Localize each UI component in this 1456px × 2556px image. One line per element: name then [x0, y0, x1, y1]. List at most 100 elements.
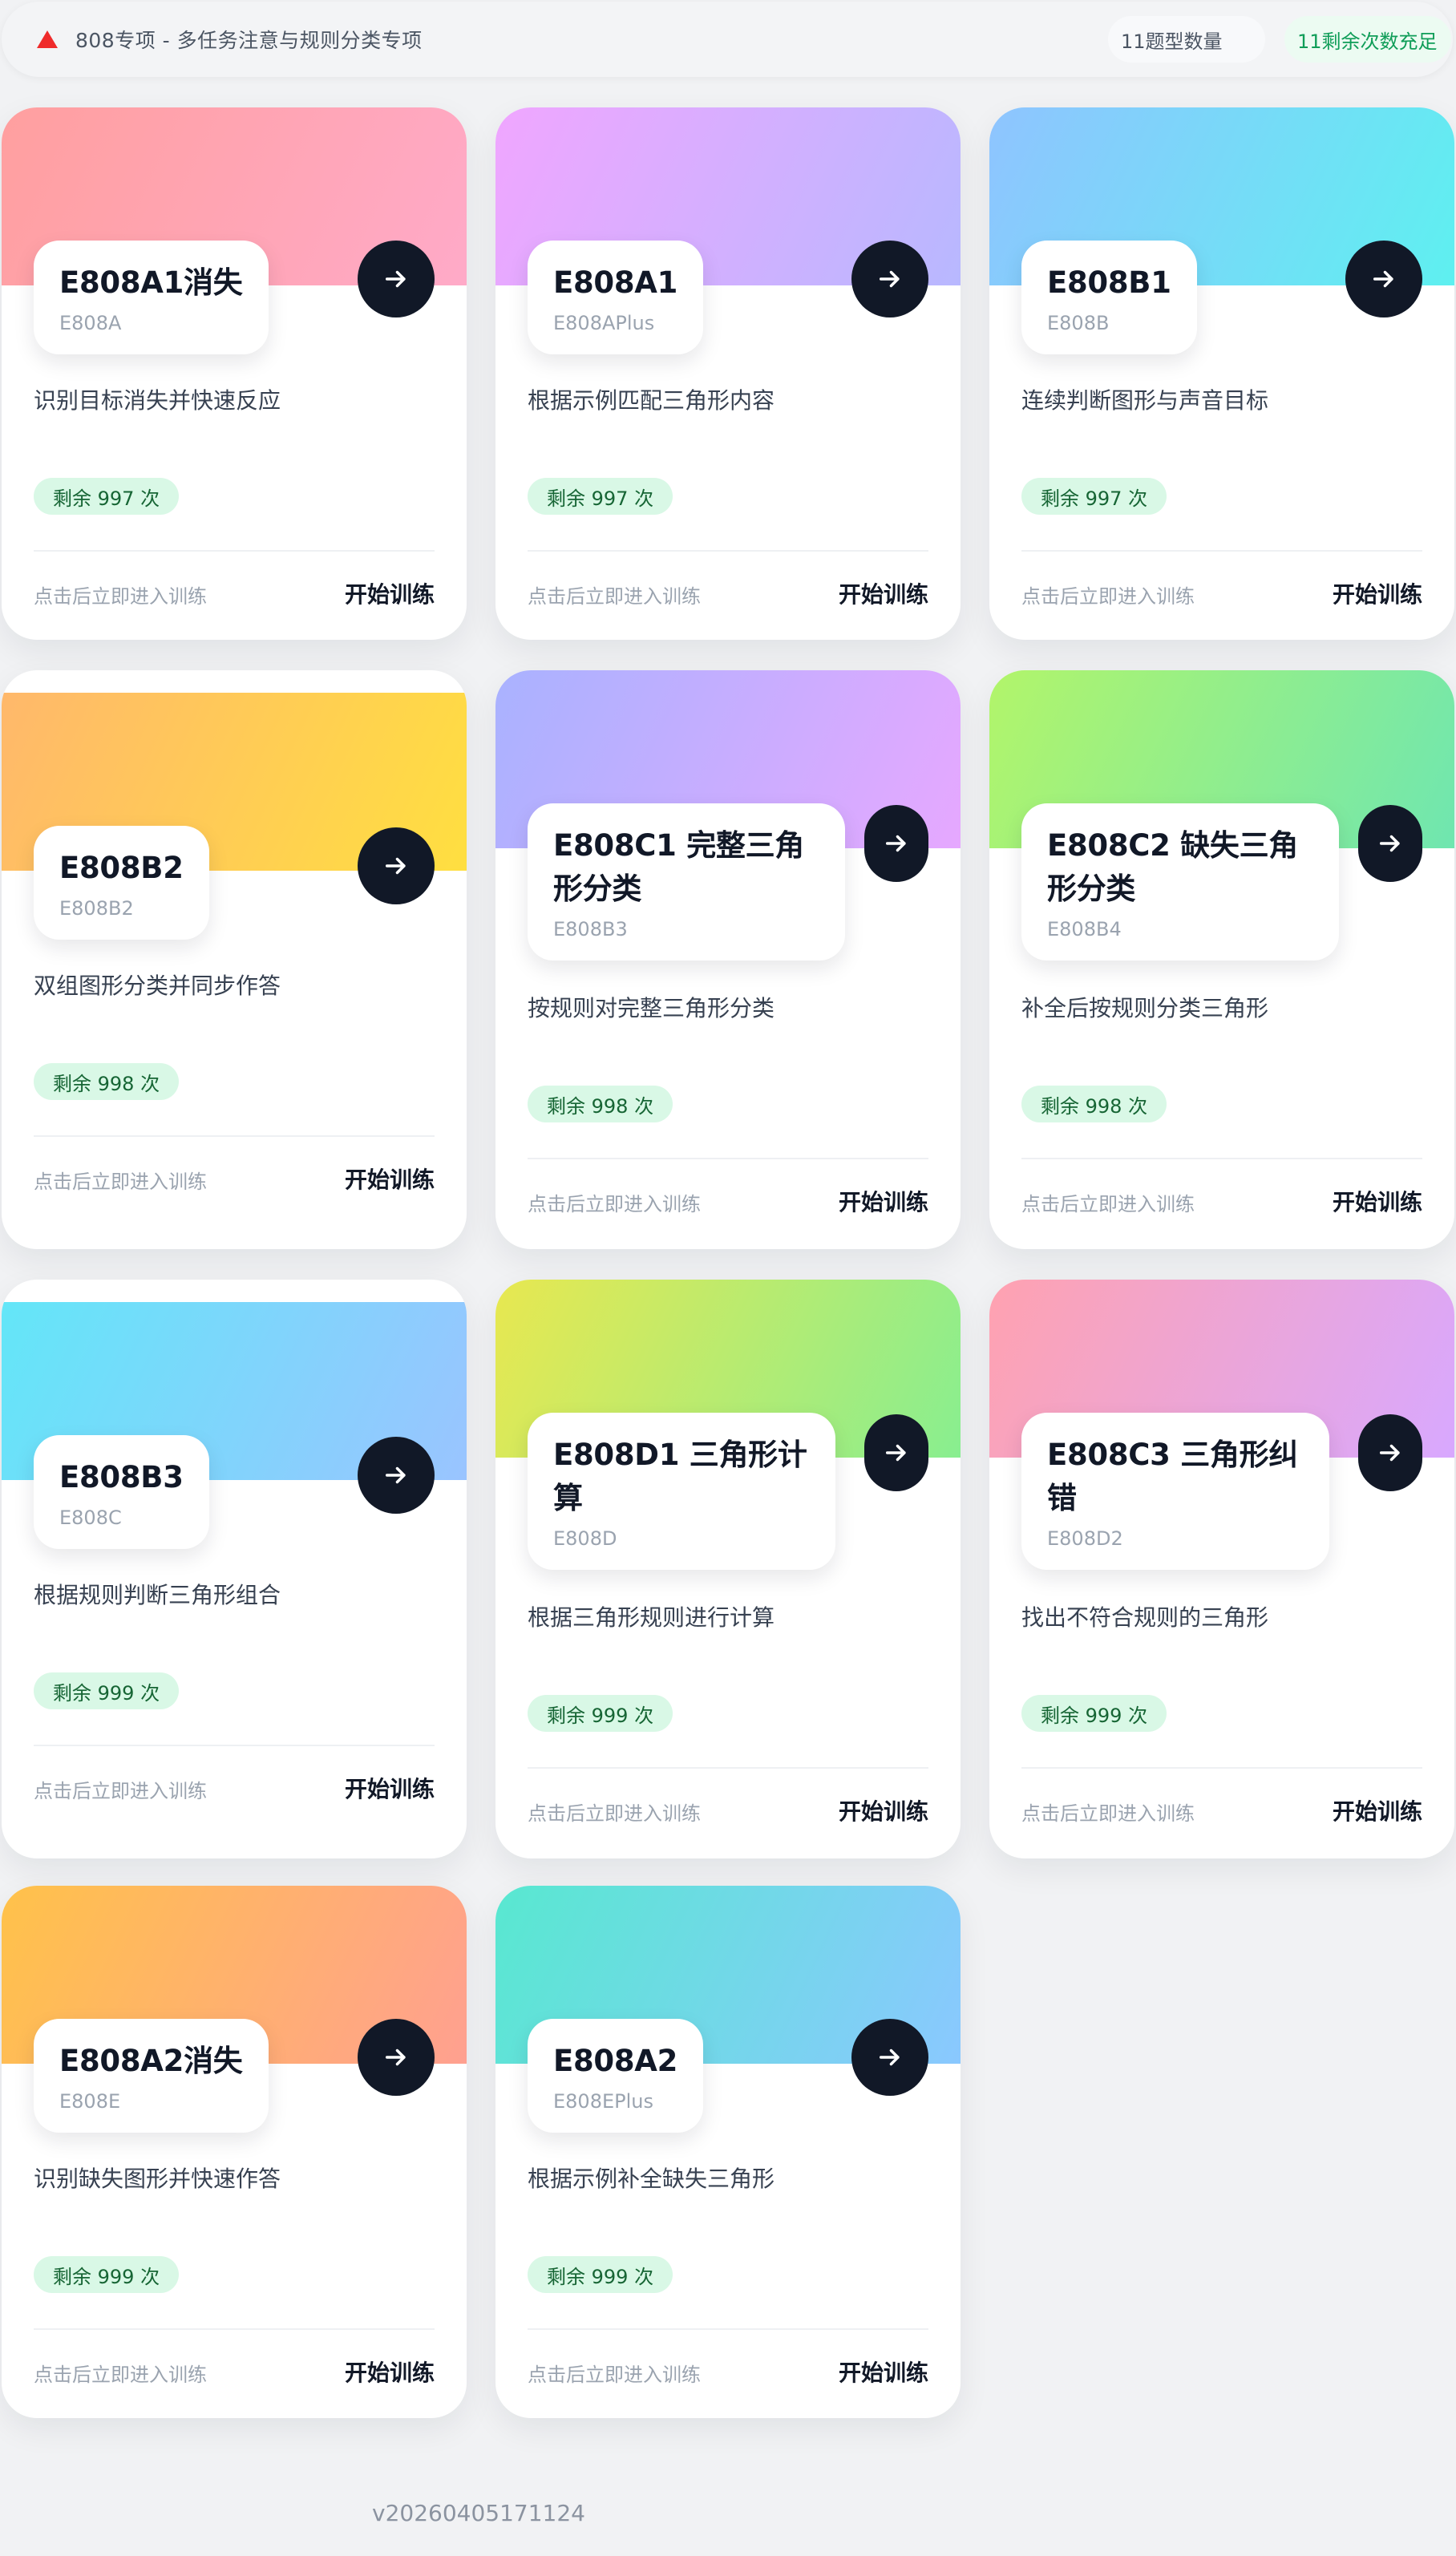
- card-title-box: E808B1 E808B: [1021, 241, 1197, 354]
- card-divider: [34, 2328, 435, 2330]
- card-title-box: E808C3 三角形纠错 E808D2: [1021, 1413, 1329, 1570]
- training-card[interactable]: E808C2 缺失三角形分类 E808B4 补全后按规则分类三角形剩余 998 次点…: [989, 670, 1454, 1249]
- card-hint: 点击后立即进入训练: [528, 585, 701, 608]
- card-hint: 点击后立即进入训练: [528, 1802, 701, 1825]
- card-description: 连续判断图形与声音目标: [1021, 387, 1269, 414]
- card-hint: 点击后立即进入训练: [34, 1780, 207, 1802]
- start-training-button[interactable]: 开始训练: [1333, 1794, 1422, 1826]
- card-hint: 点击后立即进入训练: [1021, 585, 1195, 608]
- card-divider: [34, 1745, 435, 1746]
- start-training-button[interactable]: 开始训练: [345, 2356, 435, 2388]
- card-hint: 点击后立即进入训练: [528, 1193, 701, 1215]
- card-name: E808C1 完整三角形分类: [553, 828, 804, 906]
- card-name: E808B1: [1047, 265, 1171, 300]
- card-title-box: E808D1 三角形计算 E808D: [528, 1413, 835, 1570]
- training-card[interactable]: E808A1消失 E808A 识别目标消失并快速反应 剩余 997 次点击后立即进入训…: [2, 107, 467, 640]
- remaining-count-badge: 剩余 998 次: [528, 1086, 673, 1122]
- remaining-count-badge: 剩余 998 次: [34, 1063, 180, 1100]
- arrow-right-icon[interactable]: [864, 1414, 928, 1491]
- start-training-button[interactable]: 开始训练: [345, 1163, 435, 1195]
- card-divider: [528, 550, 928, 552]
- card-title-box: E808A1消失 E808A: [34, 241, 269, 354]
- remaining-count-badge: 剩余 997 次: [1021, 478, 1167, 515]
- start-training-button[interactable]: 开始训练: [1333, 1185, 1422, 1217]
- remaining-status-pill: 11剩余次数充足: [1284, 16, 1451, 63]
- card-hint: 点击后立即进入训练: [1021, 1193, 1195, 1215]
- card-hint: 点击后立即进入训练: [34, 585, 207, 608]
- card-code: E808D: [553, 1527, 617, 1550]
- card-name: E808D1 三角形计算: [553, 1438, 807, 1515]
- page-title: 808专项 - 多任务注意与规则分类专项: [75, 29, 423, 52]
- start-training-button[interactable]: 开始训练: [839, 2356, 928, 2388]
- start-training-button[interactable]: 开始训练: [839, 1794, 928, 1826]
- card-code: E808B2: [59, 897, 134, 920]
- remaining-count-badge: 剩余 999 次: [1021, 1695, 1167, 1732]
- arrow-right-icon[interactable]: [851, 241, 928, 317]
- remaining-count-badge: 剩余 999 次: [34, 2256, 180, 2293]
- remaining-count-badge: 剩余 997 次: [528, 478, 673, 515]
- card-description: 双组图形分类并同步作答: [34, 973, 281, 999]
- start-training-button[interactable]: 开始训练: [1333, 577, 1422, 609]
- page: 808专项 - 多任务注意与规则分类专项 11题型数量 11剩余次数充足 E80…: [0, 0, 1456, 2556]
- start-training-button[interactable]: 开始训练: [839, 1185, 928, 1217]
- arrow-right-icon[interactable]: [358, 1437, 435, 1514]
- arrow-right-icon[interactable]: [1345, 241, 1422, 317]
- arrow-right-icon[interactable]: [358, 241, 435, 317]
- start-training-button[interactable]: 开始训练: [345, 1772, 435, 1804]
- arrow-right-icon[interactable]: [864, 805, 928, 882]
- arrow-right-icon[interactable]: [1358, 805, 1422, 882]
- card-description: 根据示例补全缺失三角形: [528, 2166, 775, 2192]
- card-divider: [1021, 550, 1422, 552]
- card-description: 补全后按规则分类三角形: [1021, 995, 1269, 1021]
- card-title-box: E808A2 E808EPlus: [528, 2019, 704, 2133]
- card-name: E808A1消失: [59, 265, 243, 300]
- card-code: E808B3: [553, 918, 628, 940]
- training-card[interactable]: E808C1 完整三角形分类 E808B3 按规则对完整三角形分类剩余 998 次点…: [495, 670, 961, 1249]
- card-divider: [1021, 1158, 1422, 1159]
- training-card[interactable]: E808A1 E808APlus 根据示例匹配三角形内容剩余 997 次点击后立即进…: [495, 107, 961, 640]
- training-card[interactable]: E808B1 E808B 连续判断图形与声音目标剩余 997 次点击后立即进入训练 开…: [989, 107, 1454, 640]
- card-description: 识别目标消失并快速反应: [34, 387, 281, 414]
- version-label: v20260405171124: [372, 2500, 585, 2526]
- card-divider: [34, 550, 435, 552]
- arrow-right-icon[interactable]: [358, 2019, 435, 2096]
- arrow-right-icon[interactable]: [358, 827, 435, 904]
- card-title-box: E808C2 缺失三角形分类 E808B4: [1021, 803, 1339, 961]
- remaining-count-badge: 剩余 998 次: [1021, 1086, 1167, 1122]
- start-training-button[interactable]: 开始训练: [839, 577, 928, 609]
- card-description: 按规则对完整三角形分类: [528, 995, 775, 1021]
- card-hint: 点击后立即进入训练: [34, 1171, 207, 1193]
- training-card[interactable]: E808A2消失 E808E 识别缺失图形并快速作答 剩余 999 次点击后立即进入训…: [2, 1886, 467, 2418]
- arrow-right-icon[interactable]: [851, 2019, 928, 2096]
- card-divider: [528, 1158, 928, 1159]
- card-code: E808A: [59, 312, 122, 334]
- card-name: E808A2: [553, 2044, 678, 2078]
- card-code: E808APlus: [553, 312, 655, 334]
- card-description: 根据示例匹配三角形内容: [528, 387, 775, 414]
- card-title-box: E808C1 完整三角形分类 E808B3: [528, 803, 845, 961]
- card-divider: [528, 1767, 928, 1769]
- card-hint: 点击后立即进入训练: [34, 2364, 207, 2386]
- training-card[interactable]: E808B2 E808B2 双组图形分类并同步作答 剩余 998 次点击后立即进入训练…: [2, 670, 467, 1249]
- training-card[interactable]: E808B3 E808C 根据规则判断三角形组合剩余 999 次点击后立即进入训练 开…: [2, 1280, 467, 1858]
- card-name: E808A2消失: [59, 2044, 243, 2078]
- header-bar: 808专项 - 多任务注意与规则分类专项 11题型数量 11剩余次数充足: [2, 2, 1453, 77]
- card-hint: 点击后立即进入训练: [528, 2364, 701, 2386]
- training-card[interactable]: E808A2 E808EPlus 根据示例补全缺失三角形 剩余 999 次点击后立即进…: [495, 1886, 961, 2418]
- training-card[interactable]: E808D1 三角形计算 E808D 根据三角形规则进行计算剩余 999 次点击后立…: [495, 1280, 961, 1858]
- card-code: E808B: [1047, 312, 1110, 334]
- card-description: 根据规则判断三角形组合: [34, 1582, 281, 1608]
- start-training-button[interactable]: 开始训练: [345, 577, 435, 609]
- remaining-count-badge: 剩余 999 次: [528, 1695, 673, 1732]
- training-card[interactable]: E808C3 三角形纠错 E808D2 找出不符合规则的三角形 剩余 999 次点击后…: [989, 1280, 1454, 1858]
- remaining-count-badge: 剩余 999 次: [34, 1672, 180, 1709]
- card-title-box: E808A2消失 E808E: [34, 2019, 269, 2133]
- card-name: E808A1: [553, 265, 678, 300]
- card-hint: 点击后立即进入训练: [1021, 1802, 1195, 1825]
- arrow-right-icon[interactable]: [1358, 1414, 1422, 1491]
- card-title-box: E808B3 E808C: [34, 1435, 209, 1549]
- card-description: 根据三角形规则进行计算: [528, 1604, 775, 1631]
- card-code: E808D2: [1047, 1527, 1123, 1550]
- card-name: E808C2 缺失三角形分类: [1047, 828, 1298, 906]
- card-divider: [1021, 1767, 1422, 1769]
